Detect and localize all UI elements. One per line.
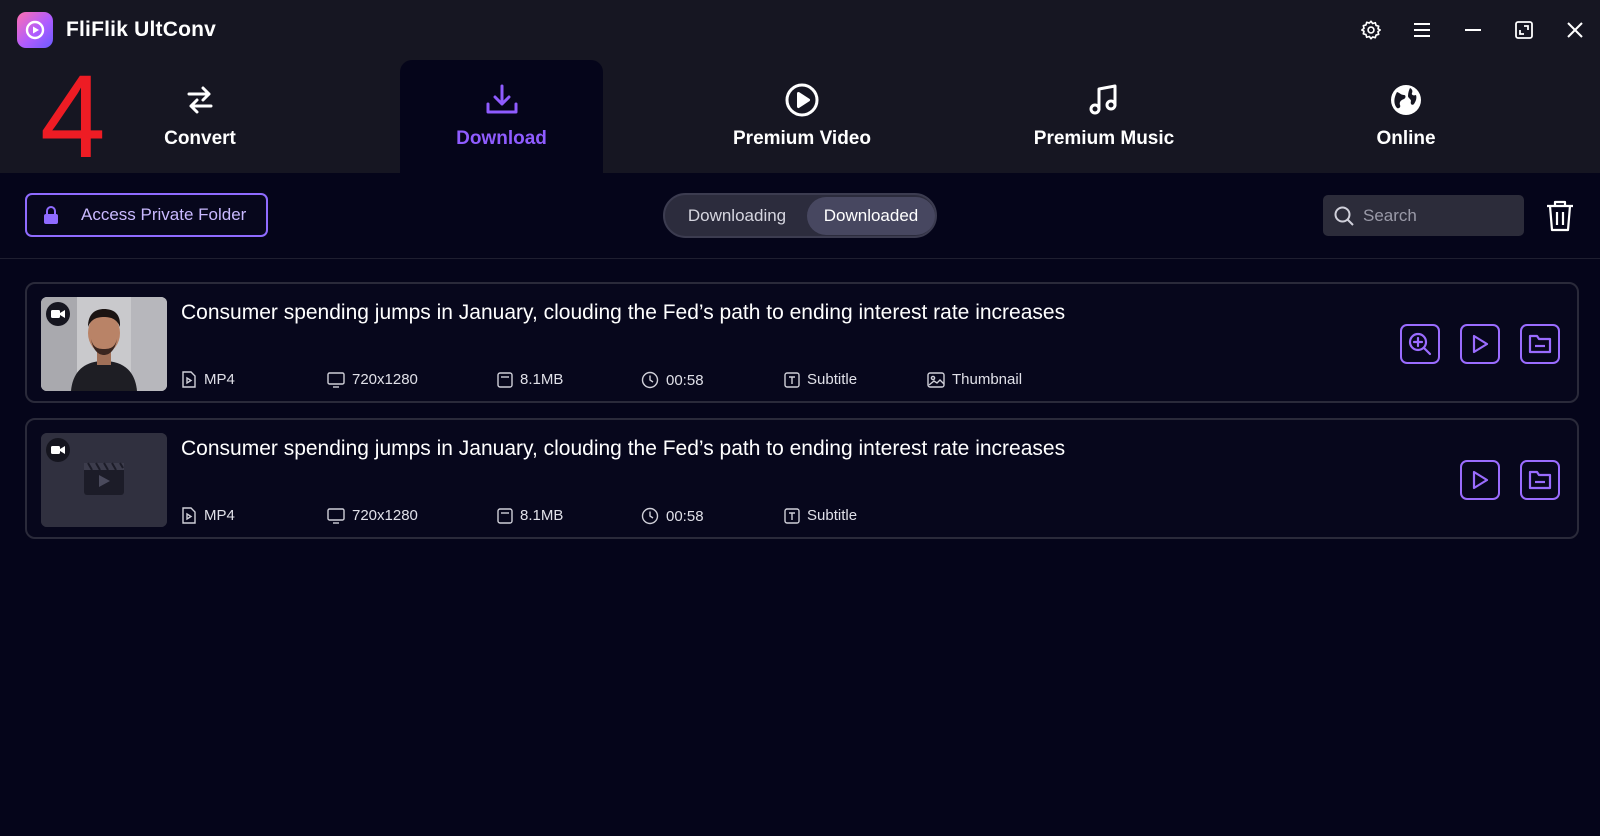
download-item[interactable]: Consumer spending jumps in January, clou… xyxy=(25,282,1579,403)
video-camera-icon xyxy=(46,438,70,462)
clock-icon xyxy=(641,371,659,389)
tab-label: Download xyxy=(456,128,547,149)
item-title: Consumer spending jumps in January, clou… xyxy=(181,301,1066,324)
menu-icon[interactable] xyxy=(1407,15,1437,45)
search-input[interactable] xyxy=(1363,200,1513,231)
play-icon[interactable] xyxy=(1460,460,1500,500)
tab-convert[interactable]: Convert xyxy=(100,60,300,173)
trash-icon[interactable] xyxy=(1544,199,1576,233)
step-marker: 4 xyxy=(40,51,106,183)
download-status-toggle: Downloading Downloaded xyxy=(663,193,937,238)
maximize-icon[interactable] xyxy=(1509,15,1539,45)
segment-downloading[interactable]: Downloading xyxy=(667,197,807,235)
monitor-icon xyxy=(327,371,345,388)
subtitle-icon xyxy=(784,507,800,524)
size-meta: 8.1MB xyxy=(497,507,563,524)
access-private-folder-button[interactable]: Access Private Folder xyxy=(25,193,268,237)
folder-icon[interactable] xyxy=(1520,460,1560,500)
play-icon[interactable] xyxy=(1460,324,1500,364)
size-value: 8.1MB xyxy=(520,507,564,524)
duration-meta: 00:58 xyxy=(641,507,704,525)
tab-label: Premium Video xyxy=(733,128,871,149)
storage-icon xyxy=(497,507,513,524)
image-icon xyxy=(927,371,945,388)
convert-icon xyxy=(183,82,217,118)
size-meta: 8.1MB xyxy=(497,371,563,388)
tab-download[interactable]: Download xyxy=(400,60,603,173)
search-icon xyxy=(1334,206,1354,226)
duration-meta: 00:58 xyxy=(641,371,704,389)
resolution-meta: 720x1280 xyxy=(327,371,418,388)
video-thumbnail-placeholder xyxy=(41,433,167,527)
size-value: 8.1MB xyxy=(520,371,564,388)
tab-label: Convert xyxy=(164,128,236,149)
settings-icon[interactable] xyxy=(1356,15,1386,45)
download-item[interactable]: Consumer spending jumps in January, clou… xyxy=(25,418,1579,539)
storage-icon xyxy=(497,371,513,388)
subtitle-meta: Subtitle xyxy=(784,507,857,524)
video-thumbnail xyxy=(41,297,167,391)
tab-online[interactable]: Online xyxy=(1306,60,1506,173)
close-icon[interactable] xyxy=(1560,15,1590,45)
lock-icon xyxy=(44,206,58,224)
duration-value: 00:58 xyxy=(666,371,704,389)
resolution-value: 720x1280 xyxy=(352,507,418,524)
app-logo-icon xyxy=(17,12,53,48)
title-bar: FliFlik UltConv xyxy=(0,0,1600,60)
thumbnail-value: Thumbnail xyxy=(952,371,1023,388)
folder-icon[interactable] xyxy=(1520,324,1560,364)
format-value: MP4 xyxy=(204,371,235,388)
format-meta: MP4 xyxy=(181,507,235,524)
divider xyxy=(0,258,1600,259)
segment-downloaded[interactable]: Downloaded xyxy=(807,197,935,235)
resolution-meta: 720x1280 xyxy=(327,507,418,524)
item-title: Consumer spending jumps in January, clou… xyxy=(181,437,1066,460)
globe-icon xyxy=(1388,82,1424,118)
file-icon xyxy=(182,507,196,524)
subtitle-value: Subtitle xyxy=(807,371,858,388)
zoom-icon[interactable] xyxy=(1400,324,1440,364)
monitor-icon xyxy=(327,507,345,524)
tab-label: Premium Music xyxy=(1033,128,1175,149)
file-icon xyxy=(182,371,196,388)
minimize-icon[interactable] xyxy=(1458,15,1488,45)
music-note-icon xyxy=(1086,82,1122,118)
thumbnail-meta: Thumbnail xyxy=(927,371,1022,388)
tab-label: Online xyxy=(1376,128,1436,149)
app-title: FliFlik UltConv xyxy=(66,18,216,41)
play-circle-icon xyxy=(784,82,820,118)
subtitle-icon xyxy=(784,371,800,388)
tab-premium-video[interactable]: Premium Video xyxy=(702,60,902,173)
search-box xyxy=(1323,195,1524,236)
app-window: FliFlik UltConv Convert Download Premium… xyxy=(0,0,1600,836)
tab-premium-music[interactable]: Premium Music xyxy=(1004,60,1204,173)
format-meta: MP4 xyxy=(181,371,235,388)
subtitle-value: Subtitle xyxy=(807,507,858,524)
subtitle-meta: Subtitle xyxy=(784,371,857,388)
private-folder-label: Access Private Folder xyxy=(81,205,247,224)
format-value: MP4 xyxy=(204,507,235,524)
clock-icon xyxy=(641,507,659,525)
resolution-value: 720x1280 xyxy=(352,371,418,388)
duration-value: 00:58 xyxy=(666,507,704,525)
video-camera-icon xyxy=(46,302,70,326)
download-icon xyxy=(484,82,520,118)
